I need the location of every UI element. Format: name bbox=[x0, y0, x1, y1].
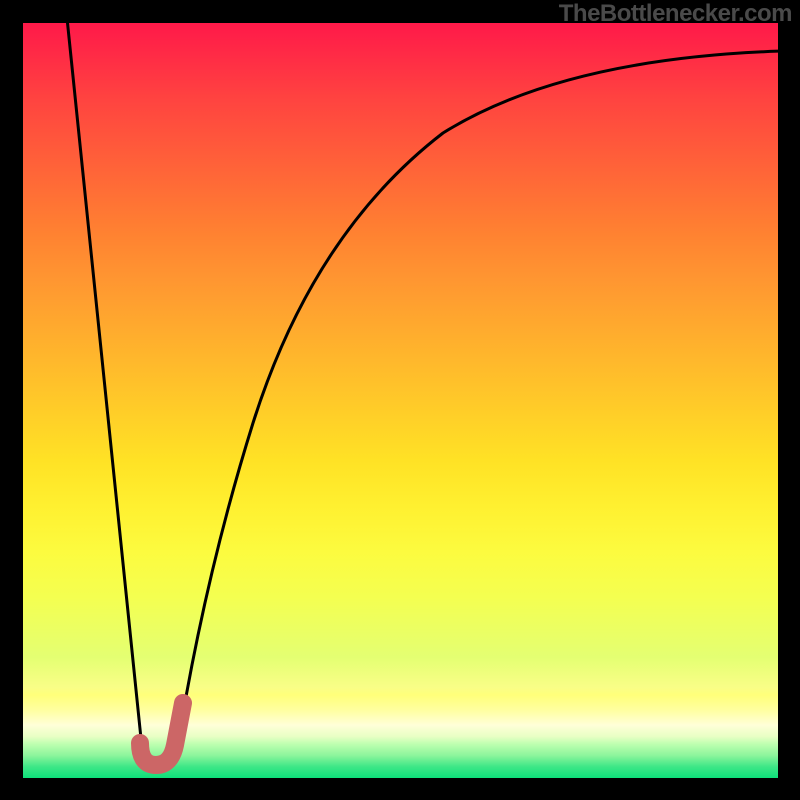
curve-right-ascent bbox=[176, 51, 778, 756]
curve-overlay bbox=[23, 23, 778, 778]
plot-area bbox=[23, 23, 778, 778]
curve-left-descent bbox=[67, 23, 143, 758]
chart-container: TheBottlenecker.com bbox=[0, 0, 800, 800]
valley-marker bbox=[140, 703, 183, 765]
watermark-text: TheBottlenecker.com bbox=[559, 0, 792, 28]
